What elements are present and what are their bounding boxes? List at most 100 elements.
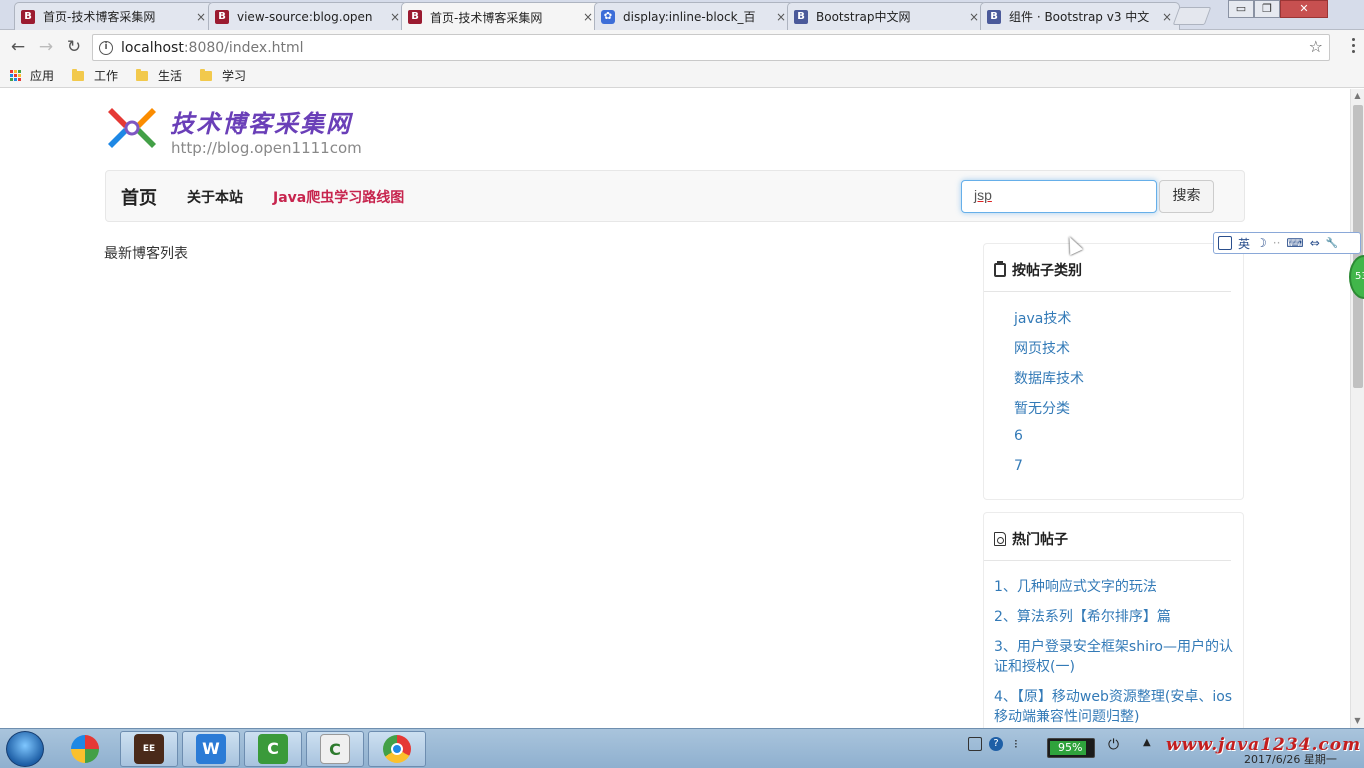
tab-view-source[interactable]: B view-source:blog.open × [208,2,408,30]
forward-arrow-icon[interactable]: → [33,34,59,60]
bookmark-work[interactable]: 工作 [72,67,118,84]
info-icon[interactable]: i [99,40,113,55]
page-viewport: 技术博客采集网 http://blog.open1111com 首页 关于本站 … [0,89,1350,728]
main-navbar: 首页 关于本站 Java爬虫学习路线图 jsp 搜索 [105,170,1245,222]
battery-percent: 95% [1058,741,1083,754]
start-button[interactable] [6,731,44,767]
battery-indicator[interactable]: 95% [1047,738,1095,758]
new-tab-button[interactable] [1172,7,1212,25]
nav-about[interactable]: 关于本站 [187,187,243,207]
taskbar-app-wps[interactable]: W [182,731,240,767]
search-input[interactable]: jsp [961,180,1157,213]
apps-grid-icon [10,69,22,82]
tab-title: 组件 · Bootstrap v3 中文 [1009,10,1150,24]
close-icon[interactable]: × [582,10,594,24]
close-icon[interactable]: × [1161,10,1173,24]
address-bar[interactable]: i localhost:8080/index.html ☆ [92,34,1330,61]
bookmark-label: 学习 [222,69,247,83]
address-url[interactable]: localhost:8080/index.html [121,40,304,56]
clipboard-icon [994,261,1006,277]
bookmark-study[interactable]: 学习 [200,67,246,84]
browser-tab-strip: B 首页-技术博客采集网 × B view-source:blog.open ×… [0,0,1364,31]
close-icon[interactable]: × [775,10,787,24]
bookmark-star-icon[interactable]: ☆ [1309,37,1323,56]
clock-date[interactable]: 2017/6/26 星期一 [1244,751,1337,767]
hot-post-link[interactable]: 4、【原】移动web资源整理(安卓、ios移动端兼容性问题归整) [994,687,1233,727]
tab-bootstrap-cn[interactable]: B Bootstrap中文网 × [787,2,987,30]
tab-home-active[interactable]: B 首页-技术博客采集网 × [401,2,601,31]
nav-crawler-roadmap[interactable]: Java爬虫学习路线图 [273,187,404,207]
wps-icon: W [196,734,226,764]
file-icon [994,532,1006,546]
close-icon[interactable]: × [389,10,401,24]
restore-button[interactable]: ❐ [1254,0,1280,18]
taskbar-app-camtasia[interactable]: C [244,731,302,767]
scroll-down-icon[interactable]: ▼ [1351,714,1364,728]
category-panel: 按帖子类别 java技术 网页技术 数据库技术 暂无分类 6 7 [983,243,1244,500]
tray-network-icon[interactable]: ⁝ [1014,737,1018,751]
tray-expand-icon[interactable]: ▲ [1143,737,1151,748]
taskbar-app-chrome[interactable] [368,731,426,767]
folder-icon [136,68,149,81]
ime-dots-icon[interactable]: ·· [1273,236,1281,250]
latest-posts-heading: 最新博客列表 [104,246,188,262]
bookmark-label: 应用 [30,69,55,83]
taskbar-app-javaee[interactable]: EE [120,731,178,767]
hot-post-link[interactable]: 2、算法系列【希尔排序】篇 [994,607,1233,627]
hot-post-link[interactable]: 3、用户登录安全框架shiro—用户的认证和授权(一) [994,637,1233,677]
hot-posts-heading-text: 热门帖子 [1012,532,1068,548]
folder-icon [200,68,213,81]
browser-toolbar: ← → ↻ i localhost:8080/index.html ☆ [0,30,1364,64]
page-scrollbar[interactable]: ▲ ▼ [1350,89,1364,728]
category-link[interactable]: 数据库技术 [1014,368,1243,398]
site-url: http://blog.open1111com [171,139,362,157]
hot-posts-panel: 热门帖子 1、几种响应式文字的玩法 2、算法系列【希尔排序】篇 3、用户登录安全… [983,512,1244,728]
taskbar-app-camtasia-recorder[interactable]: C [306,731,364,767]
minimize-button[interactable]: ▭ [1228,0,1254,18]
scroll-up-icon[interactable]: ▲ [1351,89,1364,103]
folder-icon [72,68,85,81]
url-path: :8080/index.html [183,39,304,56]
tray-help-icon[interactable]: ? [989,737,1003,751]
tab-home-1[interactable]: B 首页-技术博客采集网 × [14,2,214,30]
tab-display-inline-block[interactable]: ✿ display:inline-block_百 × [594,2,794,30]
javaee-ide-icon: EE [134,734,164,764]
site-logo[interactable] [106,102,158,154]
back-arrow-icon[interactable]: ← [5,34,31,60]
close-icon[interactable]: × [195,10,207,24]
chrome-icon [383,735,411,763]
hot-post-link[interactable]: 1、几种响应式文字的玩法 [994,577,1233,597]
bootstrap-favicon-icon: B [987,9,1001,24]
ime-arrows-icon[interactable]: ⇔ [1310,236,1320,250]
ime-moon-icon[interactable]: ☽ [1256,236,1267,250]
site-title: 技术博客采集网 [170,109,352,138]
tray-ime-icon[interactable] [968,737,982,751]
power-plug-icon[interactable]: ⏻ [1108,737,1119,753]
ime-logo-icon[interactable] [1218,236,1232,250]
windows-icon [71,735,99,763]
search-button[interactable]: 搜索 [1159,180,1214,213]
category-link[interactable]: 6 [1014,428,1243,458]
bookmark-label: 工作 [94,69,119,83]
category-link[interactable]: 7 [1014,458,1243,488]
menu-dots-icon[interactable] [1352,38,1356,56]
ime-toolbar[interactable]: 英 ☽ ·· ⌨ ⇔ 🔧 [1213,232,1361,254]
bookmark-apps[interactable]: 应用 [10,67,54,84]
tab-title: Bootstrap中文网 [816,10,911,24]
close-icon[interactable]: × [968,10,980,24]
nav-home-brand[interactable]: 首页 [121,184,157,210]
ime-keyboard-icon[interactable]: ⌨ [1286,236,1303,250]
category-link[interactable]: 暂无分类 [1014,398,1243,428]
ime-wrench-icon[interactable]: 🔧 [1326,238,1338,249]
tab-title: display:inline-block_百 [623,10,756,24]
ime-language-toggle[interactable]: 英 [1238,235,1250,252]
taskbar-app-windows[interactable] [56,731,114,767]
tab-title: 首页-技术博客采集网 [43,10,156,24]
close-window-button[interactable]: ✕ [1280,0,1328,18]
category-link[interactable]: java技术 [1014,308,1243,338]
reload-icon[interactable]: ↻ [61,34,87,60]
bookmark-life[interactable]: 生活 [136,67,182,84]
category-link[interactable]: 网页技术 [1014,338,1243,368]
tab-bootstrap-components[interactable]: B 组件 · Bootstrap v3 中文 × [980,2,1180,30]
windows-taskbar: EE W C C ? ⁝ 95% ⏻ ▲ www.java1234.com 20… [0,728,1364,768]
